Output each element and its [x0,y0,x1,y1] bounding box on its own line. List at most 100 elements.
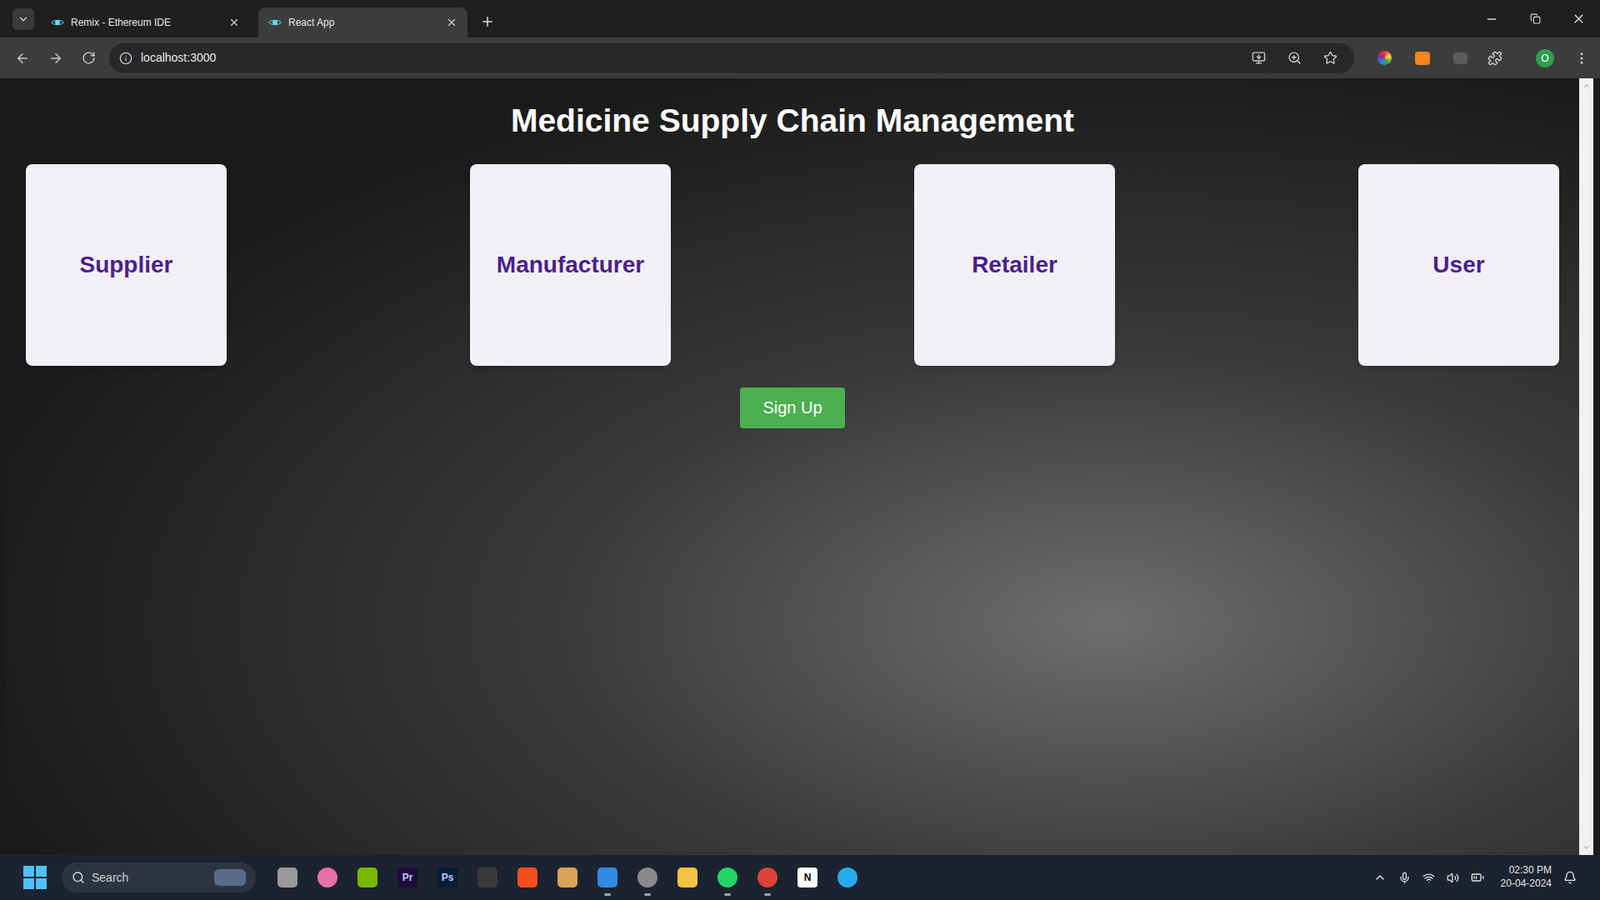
page-title: Medicine Supply Chain Management [510,101,1075,141]
windows-logo-icon [23,878,35,890]
profile-avatar[interactable]: O [1535,49,1555,68]
role-card[interactable]: Manufacturer [470,164,671,366]
taskbar-app[interactable] [627,856,668,899]
tab-search-button[interactable] [12,8,35,30]
running-indicator [724,893,731,896]
role-label: Retailer [971,247,1058,283]
tab-label: React App [288,15,440,30]
scroll-up-icon[interactable] [1582,81,1591,90]
favicon-icon [268,15,282,30]
taskbar-app[interactable] [587,856,628,899]
role-card[interactable]: Retailer [914,164,1115,366]
taskbar-app[interactable] [667,856,708,899]
start-button[interactable] [23,865,47,890]
running-indicator [604,893,611,896]
mic-icon[interactable] [1398,871,1411,885]
toolbar: localhost:3000 O [0,37,1600,79]
taskbar-app[interactable] [347,856,388,899]
windows-logo-icon [35,878,47,890]
role-card[interactable]: User [1358,164,1560,366]
close-icon [1571,11,1586,26]
metamask-icon[interactable] [1415,51,1430,65]
scroll-down-icon[interactable] [1582,843,1591,852]
scrollbar[interactable] [1579,78,1594,855]
taskbar-app[interactable] [707,856,748,899]
clock-date: 20-04-2024 [1500,877,1552,891]
volume-icon[interactable] [1446,871,1460,885]
taskbar-app[interactable] [467,856,508,899]
app-logo-icon: N [797,867,818,888]
taskbar-app[interactable]: Ps [427,856,468,899]
taskbar-app[interactable] [507,856,548,899]
app-icon [717,867,738,888]
site-info-icon[interactable] [119,51,133,65]
close-button[interactable] [1556,0,1600,38]
taskbar-app[interactable] [547,856,588,899]
browser-tab[interactable]: Remix - Ethereum IDE [40,7,250,38]
tab-strip: Remix - Ethereum IDE React App [0,0,1600,38]
notification-bell-icon[interactable] [1563,870,1577,885]
page-background: Medicine Supply Chain Management Supplier… [5,78,1580,855]
window-border-right [1593,78,1600,855]
tray-chevron-icon[interactable] [1373,870,1387,885]
restore-icon [1530,13,1541,25]
signup-button[interactable]: Sign Up [740,387,845,429]
windows-logo-icon [23,865,35,877]
extension-icon[interactable] [1453,52,1468,65]
plus-icon [480,14,495,30]
extensions-puzzle-icon[interactable] [1487,50,1503,66]
app-icon [477,867,498,888]
clock-time: 02:30 PM [1509,864,1552,878]
taskbar-app[interactable]: Pr [387,856,428,899]
browser-tab[interactable]: React App [258,7,468,38]
search-highlight-icon [214,869,246,886]
app-icon [277,867,298,888]
install-icon[interactable] [1251,50,1266,65]
forward-icon[interactable] [48,50,64,66]
page-viewport: Medicine Supply Chain Management Supplier… [0,78,1600,855]
app-icon [677,867,698,888]
app-icon [637,867,658,888]
app-icon [357,867,378,888]
bookmark-star-icon[interactable] [1323,50,1338,65]
window-border [0,78,6,855]
role-cards: Supplier Manufacturer Retailer User [25,164,1560,366]
minimize-icon [1485,12,1499,26]
system-tray: 02:30 PM20-04-2024 [1373,864,1577,890]
taskbar-app[interactable]: N [787,856,828,899]
wifi-icon[interactable] [1422,871,1435,885]
taskbar-app[interactable] [307,856,348,899]
search-placeholder: Search [91,869,208,887]
back-icon[interactable] [15,50,30,66]
app-icon [517,867,538,888]
new-tab-button[interactable] [475,10,500,34]
clock[interactable]: 02:30 PM20-04-2024 [1500,864,1552,890]
zoom-icon[interactable] [1287,50,1302,65]
role-card[interactable]: Supplier [25,164,227,366]
taskbar-apps: Pr Ps N [267,856,868,899]
close-tab-icon[interactable] [445,16,458,29]
role-label: Manufacturer [496,247,645,283]
taskbar-app[interactable] [267,856,308,899]
running-indicator [764,893,771,896]
reload-icon[interactable] [81,50,96,65]
omnibox[interactable]: localhost:3000 [109,43,1355,74]
role-label: Supplier [79,247,173,283]
taskbar-app[interactable] [827,856,868,899]
taskbar-app[interactable] [747,856,788,899]
app-logo-icon: Pr [397,867,418,888]
taskbar-search[interactable]: Search [61,862,256,893]
restore-button[interactable] [1513,0,1557,38]
windows-logo-icon [35,865,47,877]
minimize-button[interactable] [1470,0,1514,38]
app-icon [837,867,858,888]
close-tab-icon[interactable] [228,16,240,29]
battery-icon[interactable] [1470,870,1485,885]
address-text: localhost:3000 [140,49,1237,67]
tab-label: Remix - Ethereum IDE [70,15,222,30]
app-icon [557,867,578,888]
extension-color-icon[interactable] [1377,50,1392,65]
taskbar: Search Pr Ps N 02:30 PM20-04-2024 [0,855,1600,900]
menu-icon[interactable] [1574,50,1590,66]
chevron-down-icon [17,13,30,25]
